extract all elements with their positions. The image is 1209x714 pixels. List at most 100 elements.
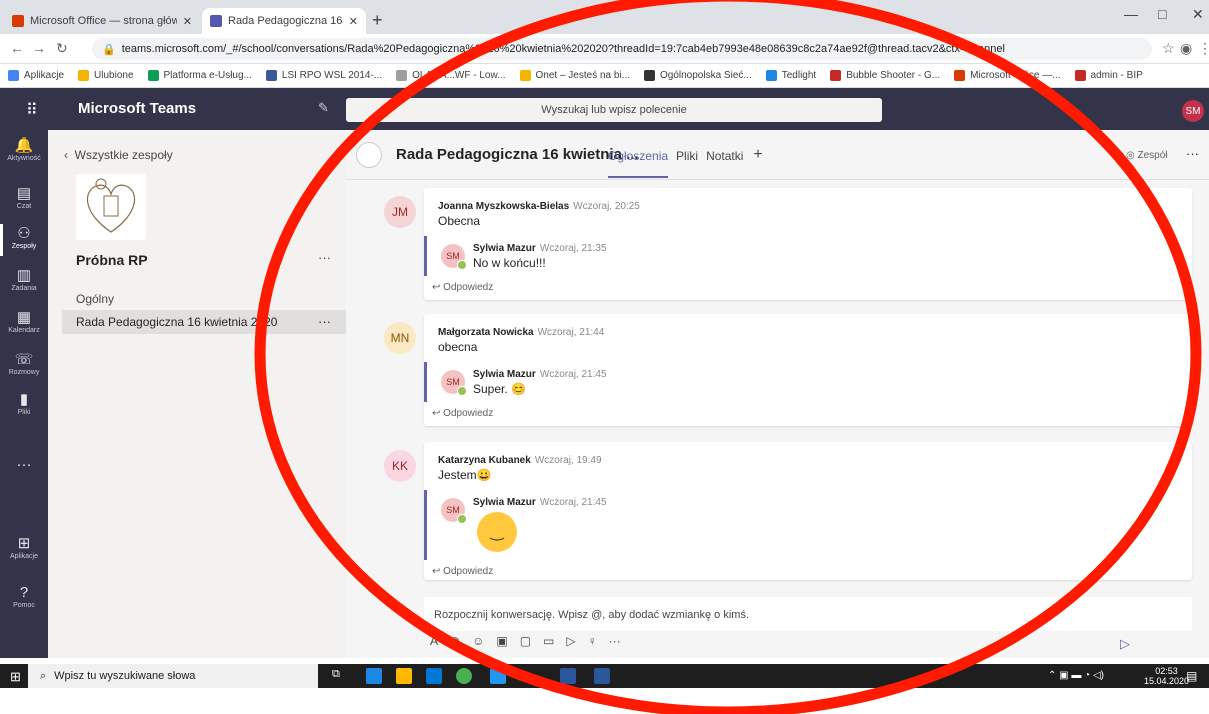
bookmark-icon <box>1074 70 1086 81</box>
rail-item-assignments[interactable]: ▥ Zadania <box>0 266 48 292</box>
url-field[interactable]: 🔒 teams.microsoft.com/_#/school/conversa… <box>92 38 1152 60</box>
team-logo <box>76 174 146 240</box>
compose-input[interactable]: Rozpocznij konwersację. Wpisz @, aby dod… <box>424 597 1192 631</box>
taskbar-search-input[interactable]: ⌕ Wpisz tu wyszukiwane słowa <box>28 664 318 688</box>
meet-now-icon[interactable]: ▭ <box>543 634 554 648</box>
header-more-icon[interactable]: ··· <box>1186 146 1199 161</box>
gif-icon[interactable]: ▣ <box>496 634 507 648</box>
close-tab-icon[interactable]: ✕ <box>183 15 192 28</box>
chrome-icon[interactable] <box>456 668 472 684</box>
post-card: Katarzyna Kubanek Wczoraj, 19:49 Jestem😀 SM… <box>424 442 1192 580</box>
more-options-icon[interactable]: ··· <box>609 634 621 648</box>
rail-item-teams[interactable]: ⚇ Zespoły <box>0 224 48 256</box>
rail-item-more[interactable]: ··· <box>0 456 48 474</box>
reply-author: Sylwia Mazur <box>473 497 536 508</box>
notification-icon[interactable]: ▤ <box>1186 669 1197 683</box>
word-doc-icon[interactable] <box>594 668 610 684</box>
browser-tab-office[interactable]: Microsoft Office — strona główn ✕ <box>4 8 200 34</box>
reply-avatar[interactable]: SM <box>441 244 467 270</box>
send-icon[interactable]: ▷ <box>1120 636 1130 652</box>
back-arrow-icon[interactable]: ← <box>10 40 24 56</box>
reply-message: SM Sylwia Mazur Wczoraj, 21:45 Super. 😊 <box>424 362 1192 402</box>
reply-button[interactable]: ↩ Odpowiedz <box>432 408 493 419</box>
rail-item-bell[interactable]: 🔔 Aktywność <box>0 136 48 162</box>
minimize-icon[interactable]: — <box>1124 6 1138 22</box>
reply-body: Sylwia Mazur Wczoraj, 21:35 No w końcu!!! <box>473 240 607 270</box>
rail-item-phone[interactable]: ☏ Rozmowy <box>0 350 48 376</box>
new-tab-button[interactable]: + <box>372 10 383 31</box>
bookmark-item[interactable]: Ogólnopolska Sieć... <box>644 70 752 81</box>
team-button[interactable]: ◎ Zespół <box>1126 150 1168 161</box>
mail-icon[interactable] <box>426 668 442 684</box>
bookmark-item[interactable]: Aplikacje <box>8 70 64 81</box>
reply-button[interactable]: ↩ Odpowiedz <box>432 566 493 577</box>
reply-arrow-icon: ↩ <box>432 566 441 577</box>
bookmark-item[interactable]: LSI RPO WSL 2014-... <box>265 70 382 81</box>
system-tray[interactable]: ⌃ ▣ ▬ ◔ ◁) <box>1048 670 1104 681</box>
emoji-icon[interactable]: ☺ <box>472 634 484 648</box>
close-window-icon[interactable]: ✕ <box>1192 6 1204 23</box>
team-name: Próbna RP <box>76 252 148 268</box>
post-header: Katarzyna Kubanek Wczoraj, 19:49 Jestem😀 <box>438 452 602 482</box>
app-launcher-icon[interactable]: ⠿ <box>26 100 38 120</box>
post-text: Obecna <box>438 214 481 228</box>
browser-tab-teams[interactable]: Rada Pedagogiczna 16 kwietnia 2 ✕ <box>202 8 366 34</box>
bookmark-item[interactable]: OLA LA...WF - Low... <box>396 70 506 81</box>
close-tab-icon[interactable]: ✕ <box>349 15 358 28</box>
edge-icon[interactable] <box>366 668 382 684</box>
reply-avatar[interactable]: SM <box>441 498 467 524</box>
tab-posts[interactable]: Ogłoszenia <box>608 149 669 178</box>
channel-rada-pedagogiczna[interactable]: Rada Pedagogiczna 16 kwietnia 2020 ··· <box>62 310 346 334</box>
stream-icon[interactable]: ▷ <box>566 634 575 648</box>
bookmark-item[interactable]: Microsoft Office —... <box>954 70 1061 81</box>
team-more-icon[interactable]: ··· <box>318 250 331 265</box>
tab-files[interactable]: Pliki <box>676 149 698 178</box>
tab-notes[interactable]: Notatki <box>706 149 743 178</box>
bookmark-icon <box>78 70 90 81</box>
reload-icon[interactable]: ↻ <box>56 40 68 57</box>
all-teams-link[interactable]: ‹ Wszystkie zespoły <box>64 148 173 162</box>
channel-general[interactable]: Ogólny <box>76 292 114 306</box>
channel-more-icon[interactable]: ··· <box>318 314 331 329</box>
reply-avatar[interactable]: SM <box>441 370 467 396</box>
bookmark-item[interactable]: Ulubione <box>78 70 134 81</box>
rail-item-apps[interactable]: ⊞ Aplikacje <box>0 534 48 560</box>
teams-header: ⠿ Microsoft Teams ✎ Wyszukaj lub wpisz p… <box>0 88 1209 130</box>
menu-icon[interactable]: ⋮ <box>1198 40 1209 57</box>
author-avatar[interactable]: KK <box>384 450 416 482</box>
clock[interactable]: 02:53 15.04.2020 <box>1144 666 1189 686</box>
attach-icon[interactable]: ⊘ <box>450 634 460 648</box>
file-explorer-icon[interactable] <box>396 668 412 684</box>
rail-item-files[interactable]: ▮ Pliki <box>0 390 48 416</box>
bookmark-item[interactable]: Onet – Jesteś na bi... <box>519 70 630 81</box>
profile-icon[interactable]: ◉ <box>1180 40 1192 57</box>
task-view-icon[interactable]: ⧉ <box>332 668 348 684</box>
forward-arrow-icon[interactable]: → <box>32 40 46 56</box>
reply-body: Sylwia Mazur Wczoraj, 21:45 <box>473 494 607 510</box>
bookmark-item[interactable]: Tedlight <box>765 70 816 81</box>
rail-item-calendar[interactable]: ▦ Kalendarz <box>0 308 48 334</box>
author-avatar[interactable]: JM <box>384 196 416 228</box>
add-tab-icon[interactable]: + <box>753 147 762 178</box>
bookmark-item[interactable]: admin - BIP <box>1074 70 1143 81</box>
windows-start-icon[interactable]: ⊞ <box>10 669 21 685</box>
star-icon[interactable]: ☆ <box>1162 40 1175 57</box>
search-input[interactable]: Wyszukaj lub wpisz polecenie <box>346 98 882 122</box>
office-icon <box>12 15 24 27</box>
reply-button[interactable]: ↩ Odpowiedz <box>432 282 493 293</box>
author-avatar[interactable]: MN <box>384 322 416 354</box>
lock-icon: 🔒 <box>102 43 116 56</box>
word-icon[interactable] <box>560 668 576 684</box>
rail-item-help[interactable]: ? Pomoc <box>0 584 48 609</box>
bookmark-item[interactable]: Platforma e-Usług... <box>147 70 252 81</box>
new-chat-icon[interactable]: ✎ <box>318 100 329 116</box>
rail-item-chat[interactable]: ▤ Czat <box>0 184 48 210</box>
bookmark-item[interactable]: Bubble Shooter - G... <box>830 70 940 81</box>
reply-message: SM Sylwia Mazur Wczoraj, 21:35 No w końcu!!… <box>424 236 1192 276</box>
user-avatar[interactable]: SM <box>1182 100 1204 122</box>
praise-icon[interactable]: ♀ <box>588 634 597 648</box>
maximize-icon[interactable]: □ <box>1158 6 1166 22</box>
calculator-icon[interactable] <box>490 668 506 684</box>
sticker-icon[interactable]: ▢ <box>520 634 531 648</box>
format-icon[interactable]: A <box>430 634 438 648</box>
